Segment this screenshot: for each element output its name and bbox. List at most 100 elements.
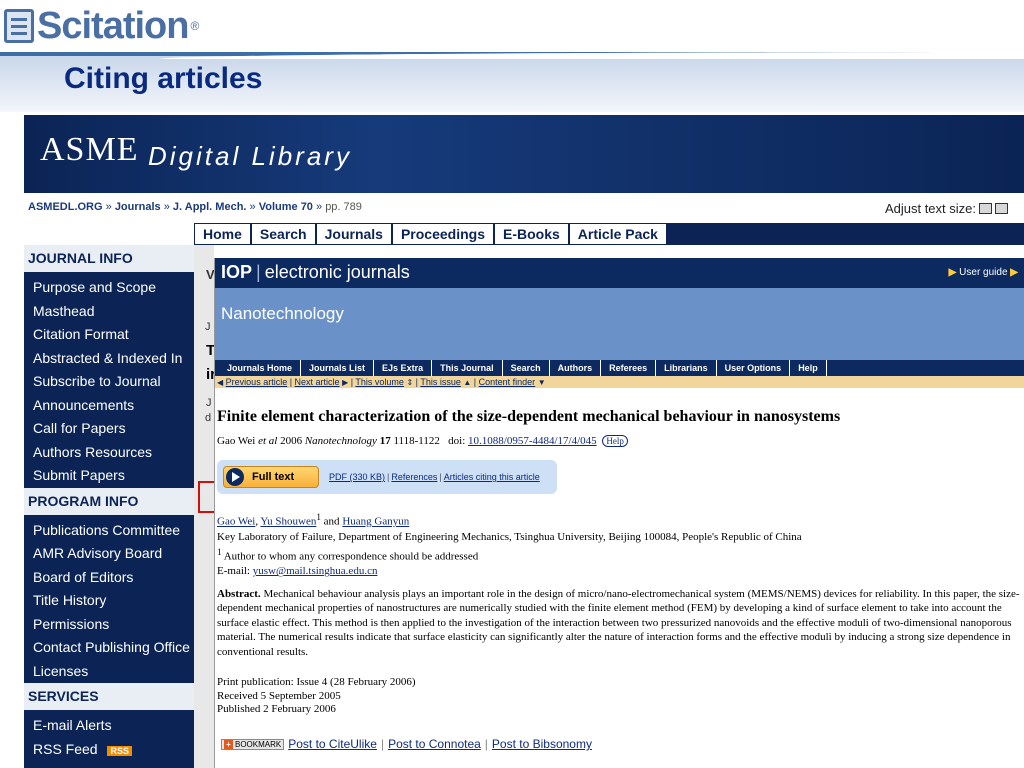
sidebar-item-citation-format[interactable]: Citation Format [24,323,194,347]
breadcrumb-pages: pp. 789 [325,201,362,213]
sidebar-item-email-alerts[interactable]: E-mail Alerts [24,714,194,738]
breadcrumb-journals[interactable]: Journals [115,201,161,213]
menu-this-journal[interactable]: This Journal [432,360,503,376]
scitation-logo-text: Scitation [37,4,189,47]
email-link[interactable]: yusw@mail.tsinghua.edu.cn [253,565,378,577]
author-link[interactable]: Yu Shouwen [260,516,316,528]
iop-menu: Journals Home Journals List EJs Extra Th… [215,360,1024,376]
breadcrumb: ASMEDL.ORG » Journals » J. Appl. Mech. »… [28,201,362,213]
author-link[interactable]: Gao Wei [217,516,255,528]
menu-referees[interactable]: Referees [601,360,657,376]
full-text-button[interactable]: Full text [223,466,319,488]
nav-ebooks[interactable]: E-Books [495,224,568,244]
content-finder-link[interactable]: Content finder [479,377,536,387]
nav-search[interactable]: Search [251,224,315,244]
breadcrumb-home[interactable]: ASMEDL.ORG [28,201,103,213]
play-icon [226,468,244,486]
journal-name: Nanotechnology [221,304,344,323]
nav-article-pack[interactable]: Article Pack [569,224,666,244]
text-smaller-button[interactable] [979,203,992,214]
menu-help[interactable]: Help [790,360,827,376]
breadcrumb-journal[interactable]: J. Appl. Mech. [173,201,247,213]
nav-proceedings[interactable]: Proceedings [392,224,493,244]
bibsonomy-link[interactable]: Post to Bibsonomy [492,737,592,751]
iop-page: IOP | electronic journals ▶ User guide ▶ N… [214,258,1024,768]
this-issue-link[interactable]: This issue [420,377,461,387]
asme-header: ASME Digital Library [24,115,1024,193]
arrow-left-icon: ◀ [217,378,224,387]
sidebar-item-title-history[interactable]: Title History [24,589,194,613]
previous-article-link[interactable]: Previous article [226,377,288,387]
doi-link[interactable]: 10.1088/0957-4484/17/4/045 [468,435,597,447]
asme-nav: Home Search Journals Proceedings E-Books… [194,223,669,245]
sidebar-item-rss-feed[interactable]: RSS Feed RSS [24,738,194,762]
sidebar-item-contact-office[interactable]: Contact Publishing Office [24,636,194,660]
arrow-right-icon: ▶ [342,378,349,387]
nav-journals[interactable]: Journals [316,224,391,244]
sidebar-item-authors-resources[interactable]: Authors Resources [24,441,194,465]
article-authors: Gao Wei, Yu Shouwen1 and Huang Ganyun Ke… [217,512,802,578]
citing-articles-link[interactable]: Articles citing this article [444,472,540,482]
menu-authors[interactable]: Authors [550,360,602,376]
correspondence-note: Author to whom any correspondence should… [223,550,479,563]
asme-logo-sub: Digital Library [148,141,352,171]
connotea-link[interactable]: Post to Connotea [388,737,481,751]
sidebar-section-services: SERVICES [24,683,194,710]
iop-top-bar: IOP | electronic journals ▶ User guide ▶ [215,258,1024,288]
menu-search[interactable]: Search [503,360,550,376]
menu-journals-list[interactable]: Journals List [301,360,375,376]
iop-journal-band: Nanotechnology [215,288,1024,360]
arrow-updown-icon: ⇕ [406,378,414,387]
menu-user-options[interactable]: User Options [717,360,791,376]
sidebar-item-masthead[interactable]: Masthead [24,300,194,324]
affiliation: Key Laboratory of Failure, Department of… [217,530,802,543]
menu-journals-home[interactable]: Journals Home [219,360,302,376]
hidden-text-stub: d [205,412,212,424]
citeulike-link[interactable]: Post to CiteUlike [288,737,377,751]
bookmark-button[interactable]: + BOOKMARK [221,738,285,750]
iop-logo: IOP | electronic journals [221,262,410,282]
article-abstract: Abstract. Mechanical behaviour analysis … [217,588,1020,658]
menu-librarians[interactable]: Librarians [656,360,717,376]
rss-feed-label: RSS Feed [33,740,98,757]
nav-home[interactable]: Home [195,224,250,244]
sidebar-item-call-for-papers[interactable]: Call for Papers [24,417,194,441]
adjust-text-label: Adjust text size: [884,201,976,216]
breadcrumb-volume[interactable]: Volume 70 [259,201,313,213]
sidebar-item-submit-papers[interactable]: Submit Papers [24,464,194,488]
slide-title: Citing articles [64,62,263,95]
plus-icon: + [224,739,233,749]
asme-logo: ASME [40,131,139,168]
article-nav-links: ◀ Previous article | Next article ▶ | Th… [215,376,1024,388]
sidebar-item-board-of-editors[interactable]: Board of Editors [24,566,194,590]
references-link[interactable]: References [391,472,437,482]
hidden-text-stub: J [206,397,212,409]
article-title: Finite element characterization of the s… [217,408,841,425]
this-volume-link[interactable]: This volume [355,377,404,387]
sidebar-item-publications-committee[interactable]: Publications Committee [24,519,194,543]
sidebar-item-subscribe[interactable]: Subscribe to Journal [24,370,194,394]
user-guide-link[interactable]: ▶ User guide ▶ [949,267,1018,278]
sidebar-item-licenses[interactable]: Licenses [24,660,194,684]
article-citation: Gao Wei et al 2006 Nanotechnology 17 111… [217,435,628,447]
document-icon [4,9,34,43]
pdf-link[interactable]: PDF (330 KB) [329,472,385,482]
help-button[interactable]: Help [602,435,628,447]
registered-mark: ® [190,19,200,33]
sidebar-item-announcements[interactable]: Announcements [24,394,194,418]
menu-ejs-extra[interactable]: EJs Extra [374,360,433,376]
sidebar-section-program-info: PROGRAM INFO [24,487,194,515]
hidden-text-stub: J [205,321,211,333]
text-larger-button[interactable] [995,203,1008,214]
sidebar-item-amr-board[interactable]: AMR Advisory Board [24,542,194,566]
social-bookmark-bar: + BOOKMARK Post to CiteUlike | Post to C… [221,737,592,751]
highlight-connector [198,481,214,513]
publication-info: Print publication: Issue 4 (28 February … [217,676,416,715]
author-link[interactable]: Huang Ganyun [342,516,409,528]
sidebar-item-purpose[interactable]: Purpose and Scope [24,276,194,300]
sidebar-section-journal-info: JOURNAL INFO [24,245,194,272]
sidebar-item-abstracted[interactable]: Abstracted & Indexed In [24,347,194,371]
arrow-down-icon: ▼ [537,378,546,387]
sidebar-item-permissions[interactable]: Permissions [24,613,194,637]
next-article-link[interactable]: Next article [295,377,340,387]
